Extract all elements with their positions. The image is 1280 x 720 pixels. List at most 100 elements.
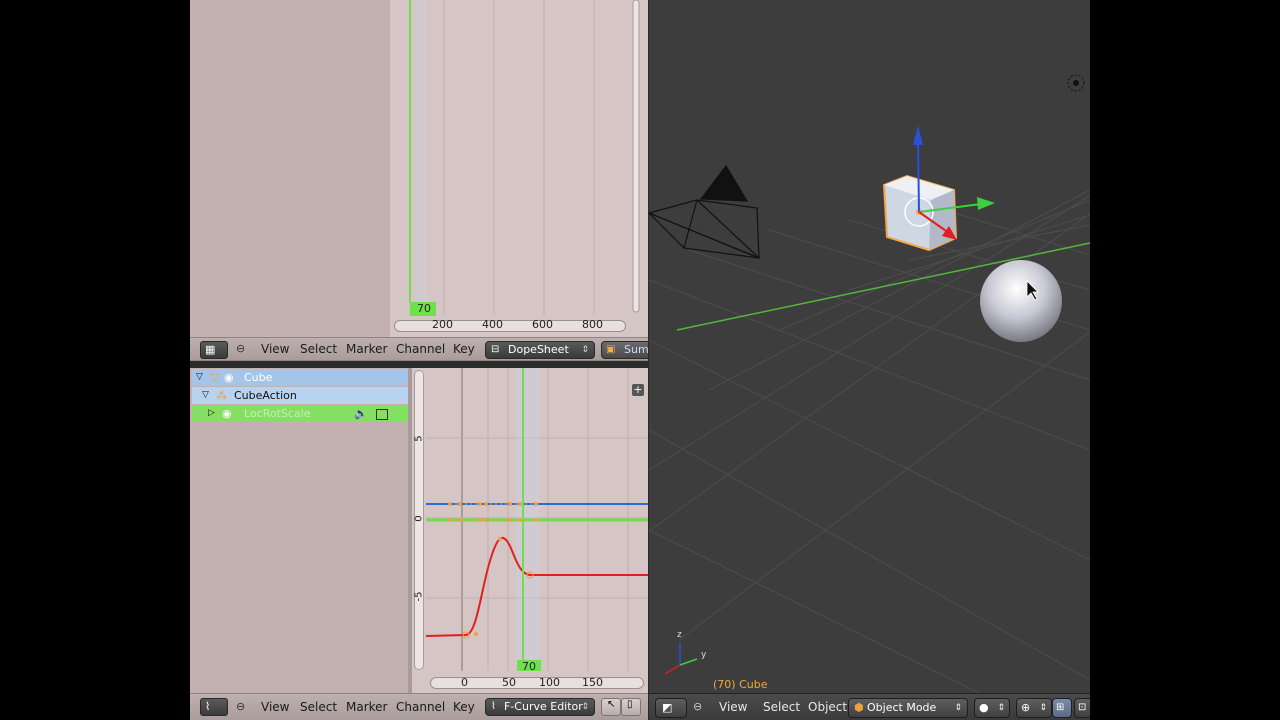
- dopesheet-icon: ▦: [205, 343, 216, 356]
- menu-select[interactable]: Select: [300, 338, 337, 360]
- y-tick: 0: [413, 515, 425, 522]
- menu-view[interactable]: View: [719, 696, 747, 718]
- dropdown-arrow-icon: ⇕: [997, 703, 1005, 713]
- menu-key[interactable]: Key: [453, 696, 475, 718]
- summary-toggle[interactable]: ▣ Sum: [601, 341, 653, 359]
- menu-channel[interactable]: Channel: [396, 338, 445, 360]
- channel-group-label: LocRotScale: [244, 407, 311, 420]
- axis-z-label: z: [677, 630, 682, 640]
- menu-view[interactable]: View: [261, 338, 289, 360]
- dropdown-arrow-icon: ⇕: [954, 703, 962, 713]
- summary-icon: ▣: [606, 344, 616, 355]
- cursor-select-button[interactable]: ↖: [601, 698, 621, 716]
- menu-channel[interactable]: Channel: [396, 696, 445, 718]
- channel-object-label: Cube: [244, 371, 273, 384]
- cursor-icon: ↖: [607, 699, 616, 710]
- editor-type-button[interactable]: ▦: [200, 341, 228, 359]
- object-mode-dropdown[interactable]: ⬢ Object Mode ⇕: [848, 698, 968, 718]
- x-tick: 150: [582, 676, 603, 689]
- editor-type-button[interactable]: ◩: [655, 698, 687, 718]
- channel-action-row[interactable]: ▽ ⁂ CubeAction: [192, 387, 408, 404]
- fcurve-mode-icon: ⌇: [491, 701, 496, 712]
- graph-editor-icon: ⌇: [205, 700, 211, 713]
- blender-window: 70 200 400 600 800 ▦ ⊖ View Select Marke…: [190, 0, 1090, 720]
- collapse-icon[interactable]: ⊖: [693, 696, 702, 718]
- menu-select[interactable]: Select: [300, 696, 337, 718]
- collapse-icon[interactable]: ⊖: [236, 338, 245, 360]
- camera-object[interactable]: [649, 164, 760, 259]
- cube-object[interactable]: [882, 125, 995, 252]
- only-selected-button[interactable]: ▯: [621, 698, 641, 716]
- viewport-header: ◩ ⊖ View Select Object ⬢ Object Mode ⇕ ●…: [649, 693, 1090, 720]
- viewport-shading-dropdown[interactable]: ● ⇕: [974, 698, 1010, 718]
- y-tick: 5: [413, 435, 425, 442]
- timeline-editor[interactable]: 70 200 400 600 800: [390, 0, 648, 337]
- 3d-viewport[interactable]: z y (70) Cube: [649, 0, 1090, 693]
- dropdown-arrow-icon: ⇕: [581, 345, 589, 355]
- graph-x-axis: 0 50 100 150: [412, 671, 648, 693]
- timeline-tick: 600: [532, 318, 553, 331]
- visibility-eye-icon[interactable]: ◉: [222, 405, 232, 422]
- channel-action-label: CubeAction: [234, 389, 297, 402]
- collapse-icon[interactable]: ⊖: [236, 696, 245, 718]
- pivot-icon: ⊕: [1021, 701, 1031, 714]
- menu-view[interactable]: View: [261, 696, 289, 718]
- dopesheet-mode-label: DopeSheet: [508, 343, 569, 356]
- filter-icon: ▯: [627, 699, 633, 710]
- timeline-tick: 400: [482, 318, 503, 331]
- dopesheet-mode-dropdown[interactable]: ⊟ DopeSheet ⇕: [485, 341, 595, 359]
- expand-triangle-icon[interactable]: ▽: [196, 369, 203, 386]
- manipulator-toggle[interactable]: ⊞: [1052, 698, 1072, 718]
- 3d-view-icon: ◩: [662, 701, 673, 714]
- object-mode-label: Object Mode: [867, 701, 937, 714]
- transform-orientation-button[interactable]: ⊡: [1074, 698, 1090, 718]
- y-tick: -5: [413, 591, 425, 602]
- channel-group-row[interactable]: ▷ ◉ LocRotScale 🔈: [192, 405, 408, 422]
- timeline-tick: 800: [582, 318, 603, 331]
- dropdown-arrow-icon: ⇕: [581, 702, 589, 712]
- x-tick: 0: [461, 676, 468, 689]
- pivot-point-dropdown[interactable]: ⊕ ⇕: [1016, 698, 1052, 718]
- properties-region: [190, 0, 390, 337]
- x-tick: 100: [539, 676, 560, 689]
- current-frame-label: 70: [417, 302, 431, 315]
- orientation-icon: ⊡: [1078, 702, 1087, 713]
- action-icon: ⁂: [216, 389, 227, 402]
- solid-shading-icon: ●: [979, 701, 989, 714]
- channel-list: ▽ ▽ ◉ Cube ▽ ⁂ CubeAction ▷ ◉ LocRotScal…: [190, 368, 408, 693]
- channel-object-row[interactable]: ▽ ▽ ◉ Cube: [192, 369, 408, 386]
- menu-marker[interactable]: Marker: [346, 338, 387, 360]
- menu-select[interactable]: Select: [763, 696, 800, 718]
- object-info-label: (70) Cube: [713, 678, 768, 691]
- dropdown-arrow-icon: ⇕: [1039, 703, 1047, 713]
- graph-area[interactable]: + 70: [426, 368, 648, 693]
- summary-label: Sum: [624, 343, 649, 356]
- x-tick: 50: [502, 676, 516, 689]
- sphere-object[interactable]: [980, 260, 1062, 342]
- lock-icon[interactable]: [376, 409, 388, 420]
- fcurve-header: ⌇ ⊖ View Select Marker Channel Key ⌇ F-C…: [190, 693, 648, 720]
- mute-speaker-icon[interactable]: 🔈: [354, 405, 368, 422]
- timeline-tick: 200: [432, 318, 453, 331]
- timeline-grid: [409, 0, 640, 315]
- add-icon[interactable]: +: [632, 384, 644, 396]
- visibility-eye-icon[interactable]: ◉: [224, 369, 234, 386]
- menu-marker[interactable]: Marker: [346, 696, 387, 718]
- lamp-object[interactable]: [1067, 74, 1085, 92]
- viewport-scene: [649, 74, 1090, 693]
- dopesheet-mode-icon: ⊟: [491, 344, 500, 355]
- dopesheet-header: ▦ ⊖ View Select Marker Channel Key ⊟ Dop…: [190, 337, 653, 361]
- object-data-icon: ▽: [210, 371, 219, 384]
- menu-key[interactable]: Key: [453, 338, 475, 360]
- fcurve-canvas: [426, 368, 648, 678]
- expand-triangle-icon[interactable]: ▽: [202, 387, 209, 404]
- editor-type-button[interactable]: ⌇: [200, 698, 228, 716]
- manipulator-icon: ⊞: [1056, 702, 1065, 713]
- fcurve-mode-dropdown[interactable]: ⌇ F-Curve Editor ⇕: [485, 698, 595, 716]
- collapse-triangle-icon[interactable]: ▷: [208, 405, 215, 422]
- axis-y-label: y: [701, 650, 707, 660]
- axis-gizmo: [664, 643, 698, 675]
- menu-object[interactable]: Object: [808, 696, 847, 718]
- object-mode-icon: ⬢: [854, 701, 864, 714]
- current-frame-indicator[interactable]: 70: [410, 302, 436, 316]
